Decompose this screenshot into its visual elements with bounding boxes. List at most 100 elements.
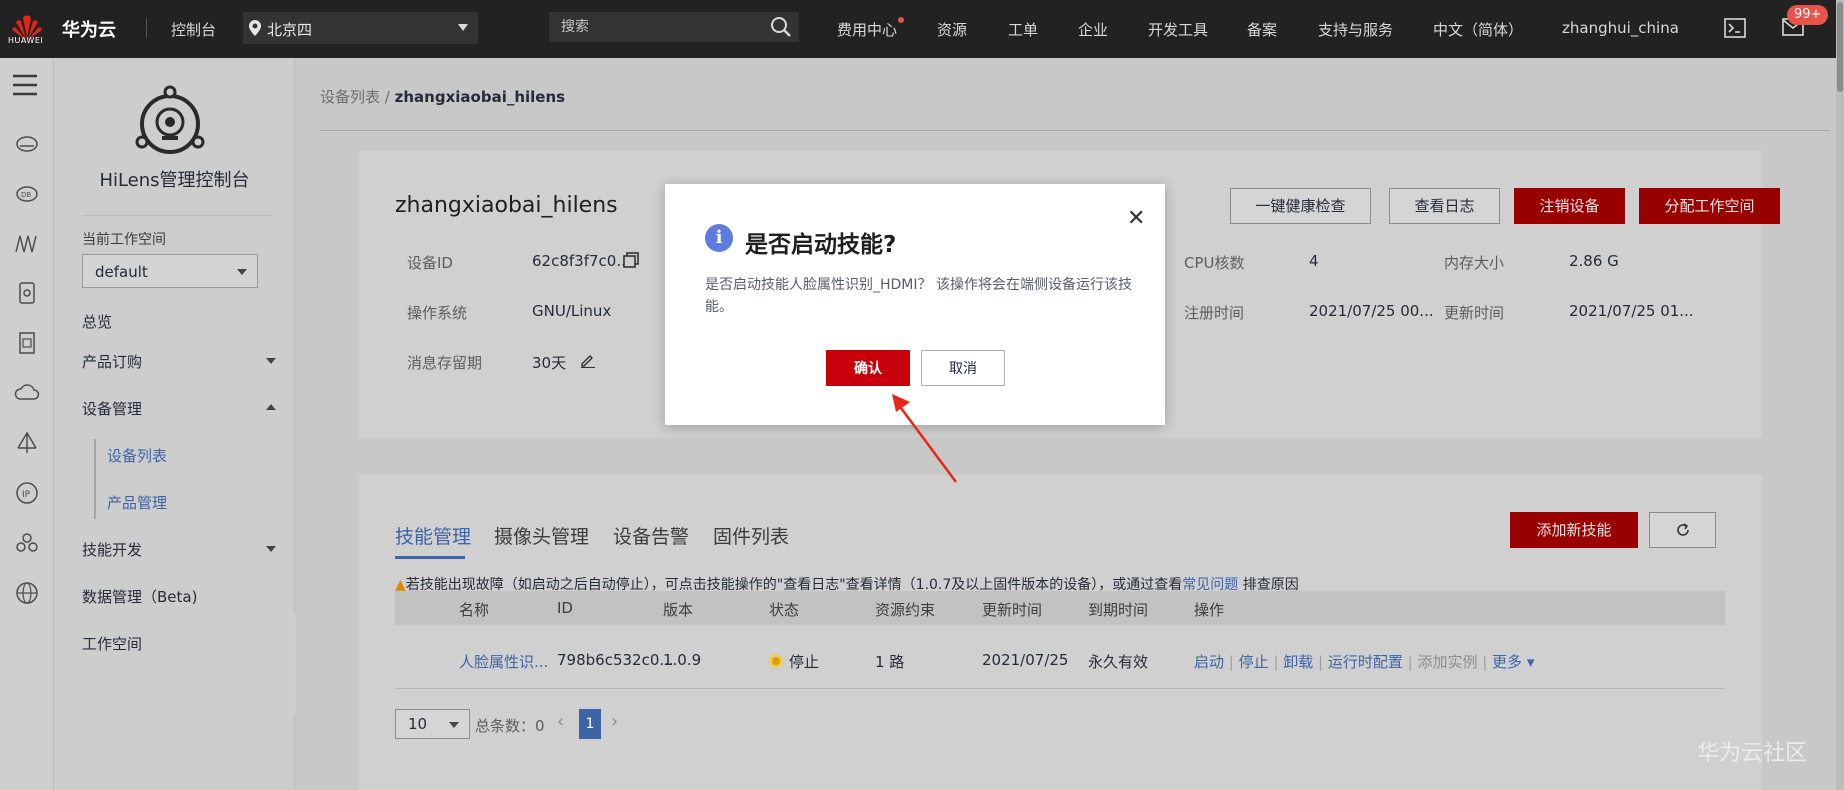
- stop-skill-link[interactable]: 停止: [1239, 653, 1269, 671]
- cancel-button[interactable]: 取消: [921, 350, 1005, 386]
- notification-dot: [898, 17, 904, 23]
- annotation-arrow-icon: [892, 394, 958, 483]
- sidebar-item-device-management[interactable]: 设备管理: [82, 398, 142, 419]
- nav-support[interactable]: 支持与服务: [1318, 19, 1393, 40]
- skill-actions: 启动 | 停止 | 卸载 | 运行时配置 | 添加实例 | 更多 ▾: [1194, 653, 1535, 671]
- view-logs-button[interactable]: 查看日志: [1389, 188, 1500, 224]
- database-icon[interactable]: DB: [14, 180, 40, 206]
- nav-resources[interactable]: 资源: [937, 19, 967, 40]
- chevron-up-icon: [266, 404, 276, 410]
- tab-camera-management[interactable]: 摄像头管理: [494, 522, 589, 549]
- tab-firmware-list[interactable]: 固件列表: [713, 522, 789, 549]
- column-header-name: 名称: [459, 601, 490, 619]
- uninstall-skill-link[interactable]: 卸载: [1283, 653, 1313, 671]
- cpu-value: 4: [1309, 252, 1319, 270]
- column-header-resource: 资源约束: [875, 601, 936, 619]
- add-skill-button[interactable]: 添加新技能: [1510, 512, 1638, 548]
- confirm-button[interactable]: 确认: [826, 350, 910, 386]
- dialog-message: 是否启动技能人脸属性识别_HDMI？ 该操作将会在端侧设备运行该技能。: [705, 277, 1132, 315]
- copy-icon[interactable]: [623, 252, 639, 268]
- deregister-device-button[interactable]: 注销设备: [1514, 188, 1625, 224]
- document-icon[interactable]: [14, 330, 40, 356]
- refresh-button[interactable]: [1649, 512, 1716, 548]
- device-id-label: 设备ID: [407, 254, 453, 272]
- region-selector[interactable]: 北京四: [243, 12, 478, 44]
- refresh-icon: [1676, 523, 1689, 536]
- globe-icon[interactable]: [14, 580, 40, 606]
- location-pin-icon: [249, 20, 261, 36]
- nav-dev-tools[interactable]: 开发工具: [1148, 19, 1208, 40]
- skill-name-link[interactable]: 人脸属性识...: [459, 651, 548, 672]
- modelarts-icon[interactable]: [14, 230, 40, 256]
- message-count-badge: 99+: [1787, 5, 1829, 25]
- row-divider: [395, 688, 1725, 689]
- sidebar-item-data-management[interactable]: 数据管理（Beta): [82, 586, 197, 607]
- device-id-value: 62c8f3f7c0...: [532, 252, 631, 270]
- tab-skill-management[interactable]: 技能管理: [395, 522, 471, 549]
- ip-icon[interactable]: IP: [14, 480, 40, 506]
- current-page-button[interactable]: 1: [579, 709, 601, 739]
- next-page-icon[interactable]: ›: [611, 711, 618, 732]
- sidebar-item-device-list[interactable]: 设备列表: [107, 445, 167, 466]
- breadcrumb-device-list[interactable]: 设备列表: [320, 88, 380, 106]
- svg-text:DB: DB: [21, 191, 31, 199]
- health-check-button[interactable]: 一键健康检查: [1230, 188, 1371, 224]
- nav-tickets[interactable]: 工单: [1008, 19, 1038, 40]
- nav-icp[interactable]: 备案: [1247, 19, 1277, 40]
- workspace-value: default: [95, 263, 148, 281]
- page-scrollbar[interactable]: [1836, 0, 1844, 790]
- register-time-value: 2021/07/25 00...: [1309, 302, 1434, 320]
- region-label: 北京四: [267, 21, 313, 39]
- search-icon[interactable]: [770, 16, 792, 38]
- chevron-down-icon: [449, 722, 459, 728]
- hilens-logo-icon: [135, 85, 205, 154]
- logo-text: HUAWEI: [8, 36, 44, 45]
- cloud-server-icon[interactable]: [14, 130, 40, 156]
- storage-icon[interactable]: [14, 280, 40, 306]
- column-header-id: ID: [557, 599, 573, 617]
- table-header: 名称 ID 版本 状态 资源约束 更新时间 到期时间 操作: [395, 591, 1725, 625]
- start-skill-link[interactable]: 启动: [1194, 653, 1224, 671]
- language-selector[interactable]: 中文（简体）: [1433, 19, 1523, 40]
- page-size-value: 10: [408, 715, 428, 733]
- runtime-config-link[interactable]: 运行时配置: [1328, 653, 1403, 671]
- chevron-down-icon: [458, 24, 468, 31]
- search-input[interactable]: [549, 12, 799, 42]
- skill-resource: 1 路: [875, 653, 905, 671]
- sidebar-item-skill-development[interactable]: 技能开发: [82, 539, 142, 560]
- total-count: 总条数：0: [475, 717, 545, 735]
- brand-name[interactable]: 华为云: [62, 16, 116, 42]
- side-navigation: HiLens管理控制台 当前工作空间 default 总览 产品订购 设备管理 …: [54, 58, 295, 790]
- cloud-icon[interactable]: [14, 380, 40, 406]
- nav-enterprise[interactable]: 企业: [1078, 19, 1108, 40]
- cluster-icon[interactable]: [14, 530, 40, 556]
- scrollbar-thumb[interactable]: [1837, 2, 1843, 92]
- workspace-select[interactable]: default: [82, 254, 258, 288]
- memory-value: 2.86 G: [1569, 252, 1619, 270]
- network-icon[interactable]: [14, 430, 40, 456]
- page-size-select[interactable]: 10: [395, 709, 470, 739]
- edit-icon[interactable]: [580, 352, 596, 368]
- prev-page-icon[interactable]: ‹: [557, 711, 564, 732]
- console-link[interactable]: 控制台: [171, 19, 216, 40]
- divider: [82, 215, 272, 216]
- console-title: HiLens管理控制台: [99, 170, 250, 191]
- workspace-label: 当前工作空间: [82, 232, 166, 248]
- sidebar-item-product-management[interactable]: 产品管理: [107, 492, 167, 513]
- nav-billing[interactable]: 费用中心: [837, 19, 897, 40]
- menu-icon[interactable]: [12, 74, 38, 96]
- more-actions-link[interactable]: 更多: [1492, 653, 1522, 671]
- user-menu[interactable]: zhanghui_china: [1562, 19, 1679, 37]
- sidebar-item-subscribe[interactable]: 产品订购: [82, 351, 142, 372]
- chevron-down-icon: [237, 269, 247, 275]
- skills-card: 技能管理 摄像头管理 设备告警 固件列表 添加新技能 ▲若技能出现故障（如启动之…: [359, 475, 1762, 790]
- close-icon[interactable]: ✕: [1127, 206, 1145, 231]
- add-instance-link: 添加实例: [1417, 653, 1478, 671]
- tab-device-alarms[interactable]: 设备告警: [613, 522, 689, 549]
- column-header-status: 状态: [769, 601, 800, 619]
- retention-label: 消息存留期: [407, 354, 483, 372]
- sidebar-item-workspace[interactable]: 工作空间: [82, 633, 142, 654]
- assign-workspace-button[interactable]: 分配工作空间: [1639, 188, 1780, 224]
- sidebar-item-overview[interactable]: 总览: [82, 311, 112, 332]
- terminal-icon[interactable]: [1724, 18, 1746, 38]
